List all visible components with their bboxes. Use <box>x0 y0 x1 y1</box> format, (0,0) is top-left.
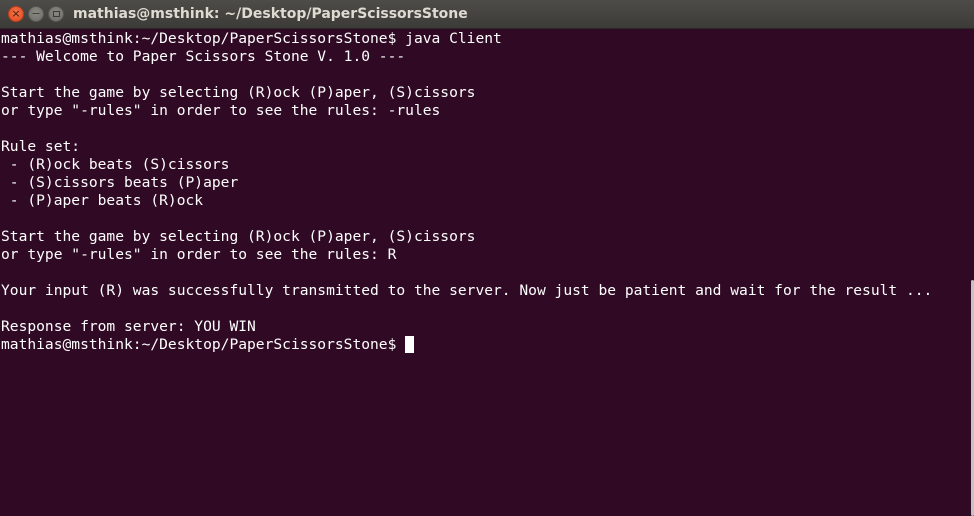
close-glyph: × <box>11 7 21 20</box>
terminal-line: --- Welcome to Paper Scissors Stone V. 1… <box>1 48 406 65</box>
scrollbar[interactable] <box>968 29 974 516</box>
terminal-line: - (S)cissors beats (P)aper <box>1 174 239 191</box>
terminal-line: - (P)aper beats (R)ock <box>1 192 204 209</box>
terminal-line: Start the game by selecting (R)ock (P)ap… <box>1 84 476 101</box>
terminal-line: Start the game by selecting (R)ock (P)ap… <box>1 228 476 245</box>
terminal-line: - (R)ock beats (S)cissors <box>1 156 230 173</box>
shell-prompt: mathias@msthink:~/Desktop/PaperScissorsS… <box>1 336 397 353</box>
terminal-output[interactable]: mathias@msthink:~/Desktop/PaperScissorsS… <box>0 29 968 516</box>
terminal-window: × − mathias@msthink: ~/Desktop/PaperScis… <box>0 0 974 516</box>
maximize-square <box>52 11 60 17</box>
terminal-line: or type "-rules" in order to see the rul… <box>1 246 397 263</box>
terminal-line: or type "-rules" in order to see the rul… <box>1 102 441 119</box>
minimize-glyph: − <box>31 7 41 20</box>
terminal-line: Your input (R) was successfully transmit… <box>1 282 933 299</box>
text-cursor <box>405 336 415 353</box>
maximize-icon[interactable] <box>48 6 64 22</box>
prompt-line[interactable]: mathias@msthink:~/Desktop/PaperScissorsS… <box>1 336 968 354</box>
terminal-line: Response from server: YOU WIN <box>1 318 256 335</box>
close-icon[interactable]: × <box>8 6 24 22</box>
terminal-line: Rule set: <box>1 138 81 155</box>
window-title: mathias@msthink: ~/Desktop/PaperScissors… <box>73 6 468 22</box>
title-bar[interactable]: × − mathias@msthink: ~/Desktop/PaperScis… <box>0 0 974 29</box>
minimize-icon[interactable]: − <box>28 6 44 22</box>
terminal-line: mathias@msthink:~/Desktop/PaperScissorsS… <box>1 30 502 47</box>
